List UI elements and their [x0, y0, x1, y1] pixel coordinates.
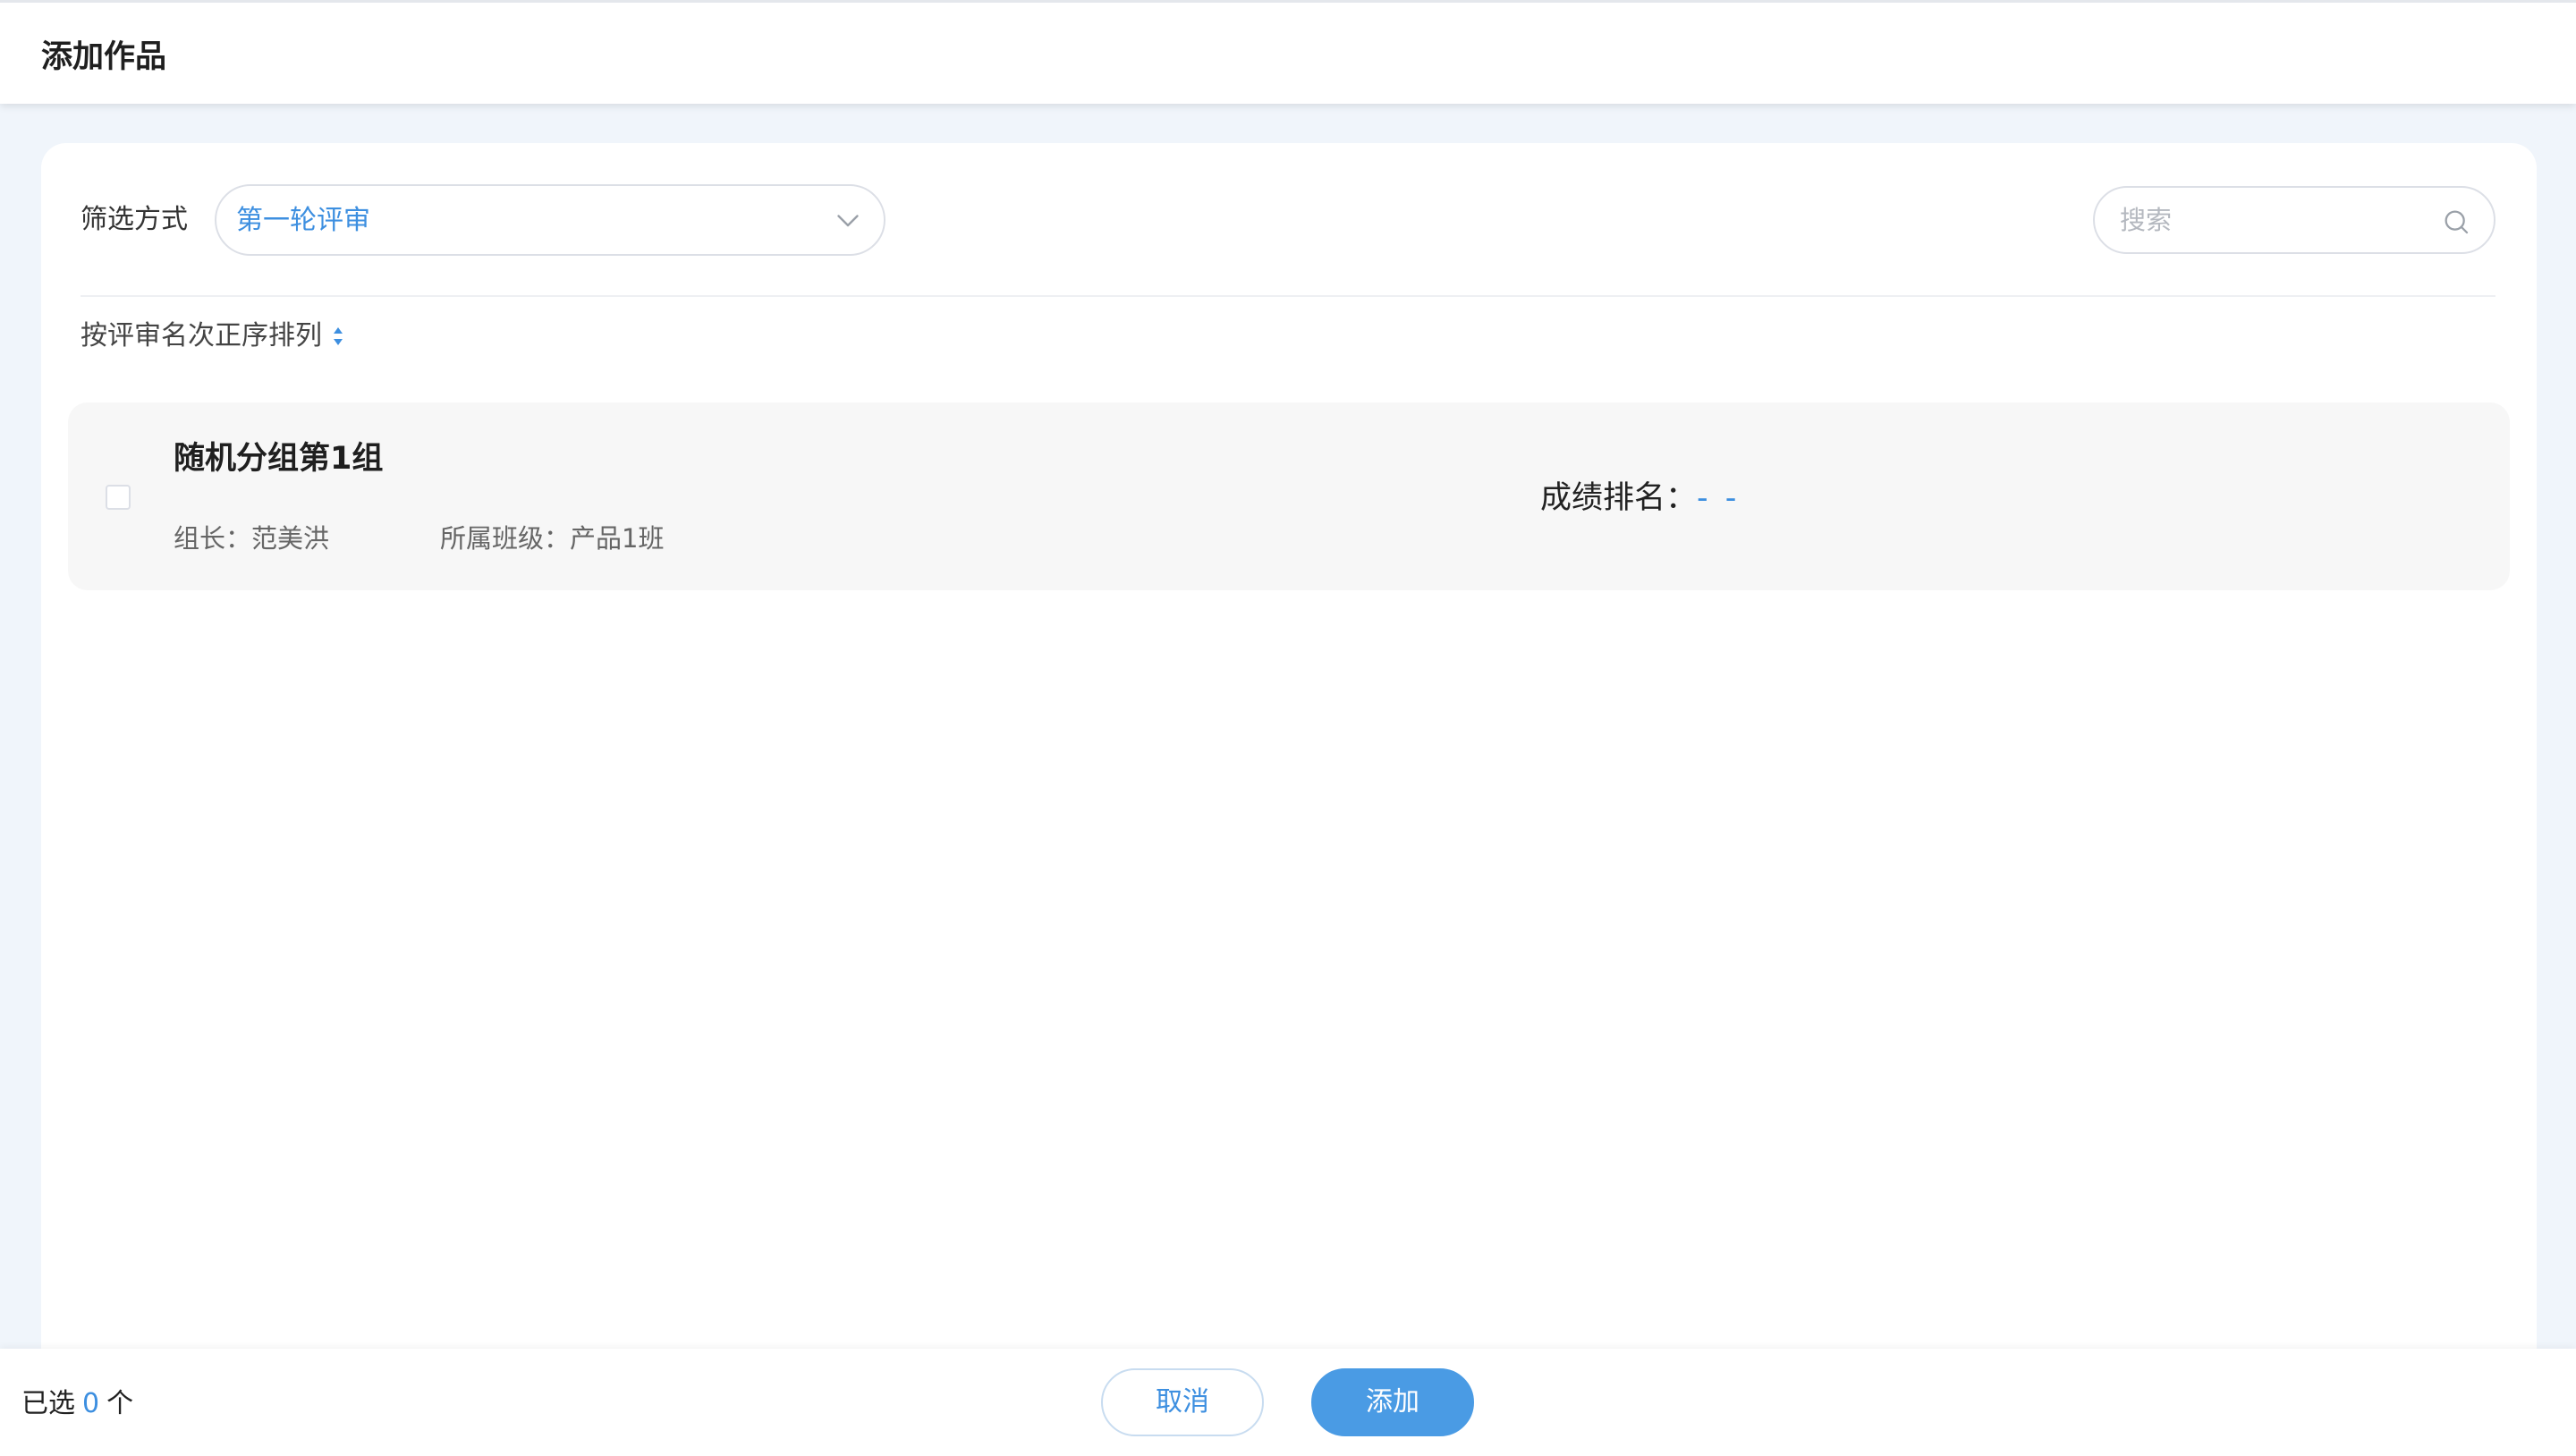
search-icon[interactable] [2442, 207, 2470, 236]
search-box[interactable] [2093, 186, 2496, 254]
divider [80, 295, 2496, 297]
search-input[interactable] [2120, 200, 2433, 240]
sort-toggle[interactable]: 按评审名次正序排列 [80, 318, 345, 354]
chevron-down-icon [837, 215, 859, 227]
selected-suffix: 个 [106, 1388, 134, 1419]
top-bar: 添加作品 [0, 0, 2576, 104]
filter-select[interactable]: 第一轮评审 [215, 184, 886, 256]
item-title: 随机分组第1组 [174, 441, 384, 477]
page-title: 添加作品 [41, 39, 167, 75]
bottom-bar: 已选 0 个 取消 添加 [0, 1349, 2576, 1456]
item-class: 所属班级：产品1班 [440, 523, 665, 554]
rank-label: 成绩排名： [1540, 480, 1698, 516]
filter-label: 筛选方式 [80, 204, 188, 235]
cancel-button[interactable]: 取消 [1101, 1368, 1264, 1436]
filter-select-value: 第一轮评审 [236, 205, 370, 236]
content-card [41, 143, 2537, 1350]
item-leader: 组长：范美洪 [174, 523, 330, 554]
item-checkbox[interactable] [106, 485, 131, 510]
selected-count-number: 0 [82, 1388, 100, 1419]
sort-label: 按评审名次正序排列 [80, 320, 322, 351]
rank-value: - - [1697, 480, 1741, 516]
item-rank: 成绩排名：- - [1540, 478, 1740, 519]
list-item[interactable]: 随机分组第1组 组长：范美洪 所属班级：产品1班 成绩排名：- - [68, 402, 2510, 590]
sort-icon [334, 327, 343, 345]
selected-prefix: 已选 [21, 1388, 75, 1419]
selected-count: 已选 0 个 [21, 1386, 133, 1422]
add-button[interactable]: 添加 [1311, 1368, 1474, 1436]
